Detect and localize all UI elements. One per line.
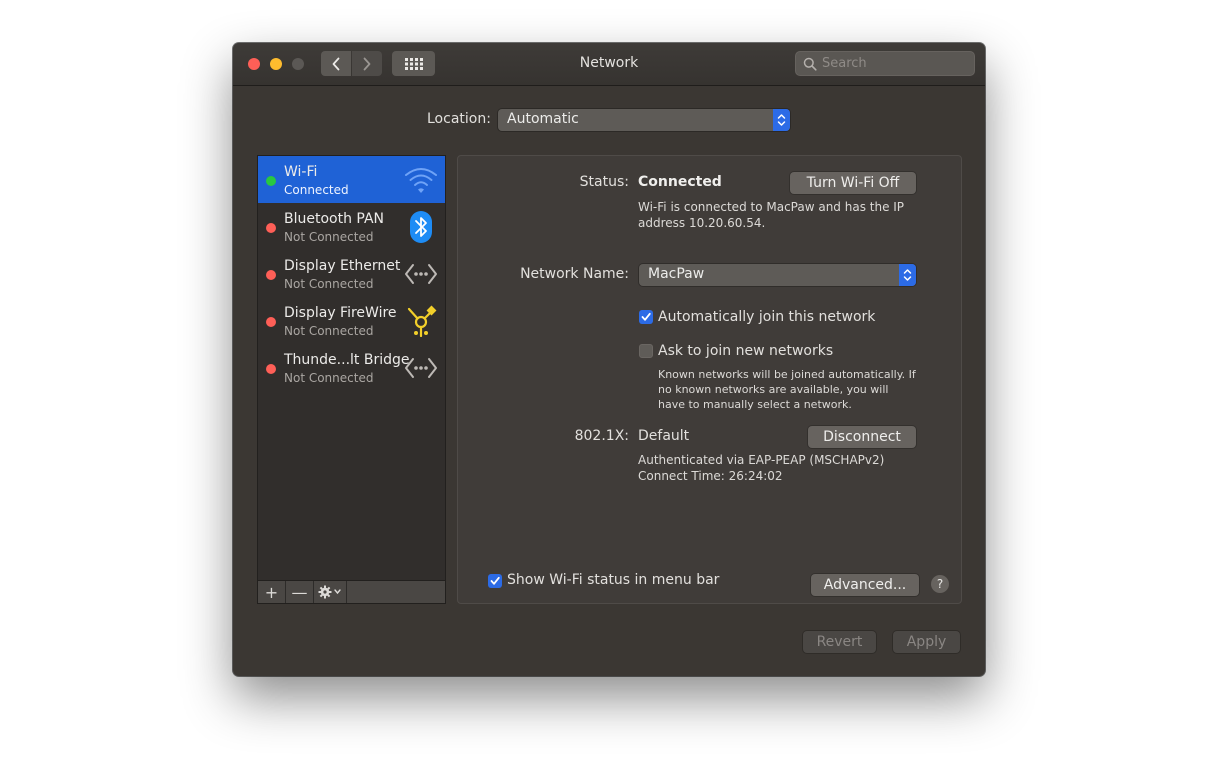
action-menu-button[interactable] xyxy=(314,581,347,603)
service-name: Bluetooth PAN xyxy=(284,211,385,227)
ethernet-arrows-icon xyxy=(405,358,437,378)
bluetooth-icon xyxy=(410,211,432,243)
service-list-toolbar: + — xyxy=(257,581,446,604)
advanced-button[interactable]: Advanced... xyxy=(811,574,919,596)
service-item-display-ethernet[interactable]: Display Ethernet Not Connected xyxy=(258,250,445,297)
auto-join-label[interactable]: Automatically join this network xyxy=(658,309,875,325)
service-name: Thunde...lt Bridge xyxy=(284,352,410,368)
remove-service-button[interactable]: — xyxy=(286,581,314,603)
status-dot-disconnected xyxy=(266,270,276,280)
apply-button[interactable]: Apply xyxy=(893,631,960,653)
title-bar: Network xyxy=(233,43,985,86)
network-name-popup[interactable]: MacPaw xyxy=(639,264,916,286)
service-name: Display Ethernet xyxy=(284,258,401,274)
status-description: Wi-Fi is connected to MacPaw and has the… xyxy=(638,200,905,230)
service-status: Not Connected xyxy=(284,230,374,244)
ask-join-description: Known networks will be joined automatica… xyxy=(658,368,916,411)
ask-join-checkbox[interactable] xyxy=(639,344,653,358)
checkmark-icon xyxy=(641,312,651,321)
ethernet-arrows-icon xyxy=(405,264,437,284)
revert-button[interactable]: Revert xyxy=(803,631,876,653)
status-dot-connected xyxy=(266,176,276,186)
search-field[interactable] xyxy=(795,51,975,76)
service-name: Wi-Fi xyxy=(284,164,318,180)
service-item-wifi[interactable]: Wi-Fi Connected xyxy=(258,156,445,203)
turn-wifi-off-button[interactable]: Turn Wi-Fi Off xyxy=(790,172,916,194)
service-status: Not Connected xyxy=(284,277,374,291)
status-dot-disconnected xyxy=(266,364,276,374)
popup-arrows-icon xyxy=(899,264,916,286)
service-item-bluetooth-pan[interactable]: Bluetooth PAN Not Connected xyxy=(258,203,445,250)
ask-join-label[interactable]: Ask to join new networks xyxy=(658,343,833,359)
auth-method: Authenticated via EAP-PEAP (MSCHAPv2) xyxy=(638,453,885,467)
disconnect-button[interactable]: Disconnect xyxy=(808,426,916,448)
network-preferences-window: Network Location: Automatic Wi-Fi Connec… xyxy=(233,43,985,676)
location-popup[interactable]: Automatic xyxy=(498,109,790,131)
service-status: Not Connected xyxy=(284,371,374,385)
status-dot-disconnected xyxy=(266,317,276,327)
show-wifi-status-label[interactable]: Show Wi-Fi status in menu bar xyxy=(507,572,719,588)
show-wifi-status-checkbox[interactable] xyxy=(488,574,502,588)
service-status: Not Connected xyxy=(284,324,374,338)
wifi-icon xyxy=(405,168,437,193)
status-label: Status: xyxy=(579,174,629,190)
connect-time: Connect Time: 26:24:02 xyxy=(638,469,783,483)
service-list: Wi-Fi Connected Bluetooth PAN Not Connec… xyxy=(257,155,446,581)
status-dot-disconnected xyxy=(266,223,276,233)
location-label: Location: xyxy=(427,111,491,127)
network-name-value: MacPaw xyxy=(648,266,705,282)
gear-icon xyxy=(318,585,341,599)
help-button[interactable]: ? xyxy=(931,575,949,593)
checkmark-icon xyxy=(490,576,500,585)
firewire-icon xyxy=(407,305,437,337)
status-value: Connected xyxy=(638,174,722,190)
service-name: Display FireWire xyxy=(284,305,397,321)
popup-arrows-icon xyxy=(773,109,790,131)
search-input[interactable] xyxy=(822,55,967,72)
service-status: Connected xyxy=(284,183,349,197)
service-item-display-firewire[interactable]: Display FireWire Not Connected xyxy=(258,297,445,344)
add-service-button[interactable]: + xyxy=(258,581,286,603)
network-name-label: Network Name: xyxy=(520,266,629,282)
wifi-detail-panel: Status: Connected Turn Wi-Fi Off Wi-Fi i… xyxy=(457,155,962,604)
dot1x-label: 802.1X: xyxy=(574,428,629,444)
auto-join-checkbox[interactable] xyxy=(639,310,653,324)
dot1x-value: Default xyxy=(638,428,690,444)
search-icon xyxy=(803,57,817,71)
location-value: Automatic xyxy=(507,111,579,127)
service-item-thunderbolt-bridge[interactable]: Thunde...lt Bridge Not Connected xyxy=(258,344,445,391)
